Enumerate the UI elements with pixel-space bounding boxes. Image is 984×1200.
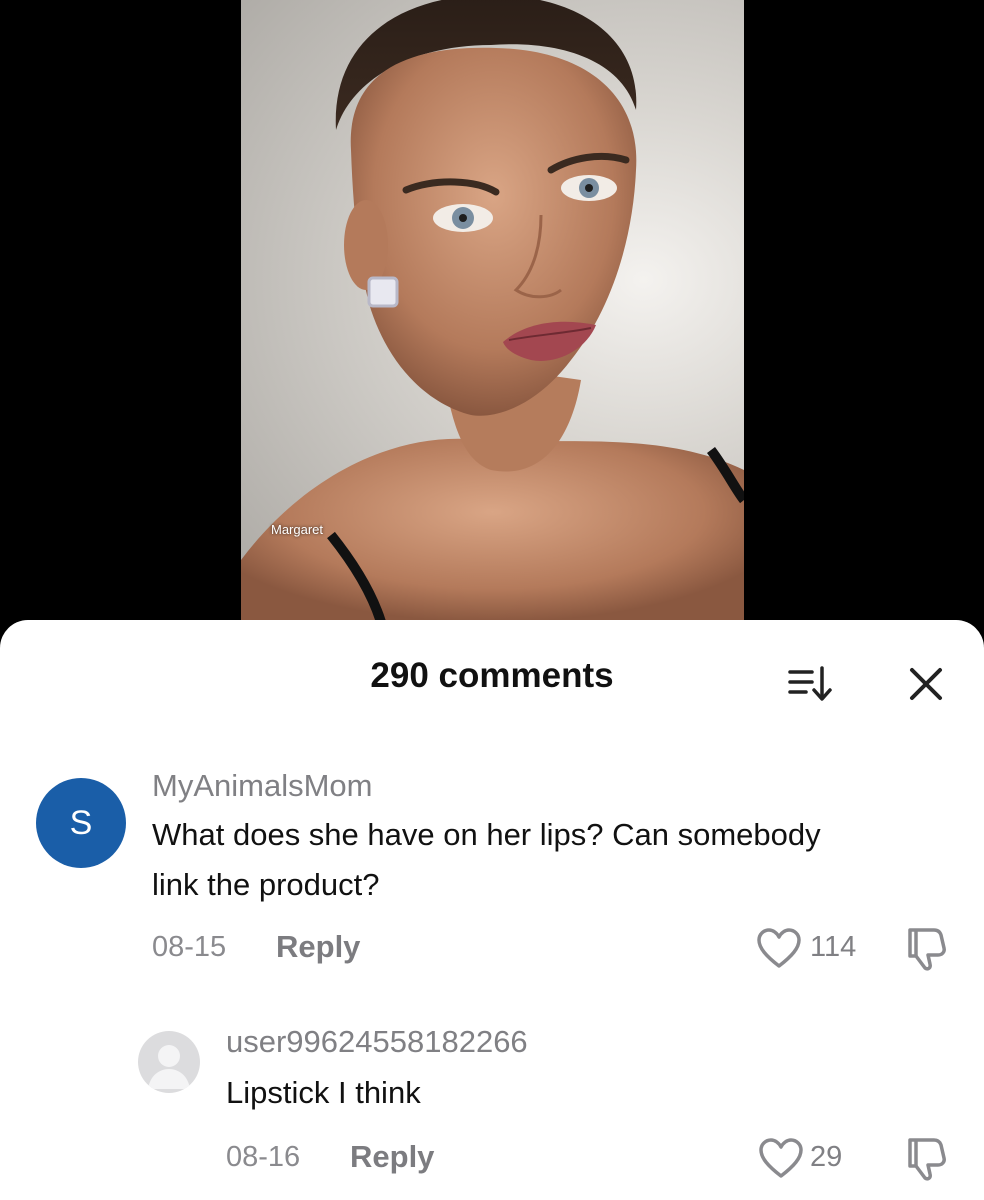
comment-text-line: Lipstick I think	[226, 1075, 421, 1110]
dislike-icon[interactable]	[904, 926, 948, 972]
like-count: 29	[810, 1141, 843, 1173]
avatar[interactable]	[138, 1031, 200, 1093]
comment-date: 08-15	[152, 931, 227, 963]
comment-text-line: What does she have on her lips? Can some…	[152, 817, 821, 852]
comment-date: 08-16	[226, 1141, 301, 1173]
heart-icon[interactable]	[758, 1138, 804, 1180]
default-avatar-icon	[148, 1045, 190, 1089]
like-count: 114	[810, 931, 857, 963]
comment-username[interactable]: MyAnimalsMom	[152, 768, 372, 804]
video-area[interactable]: Margaret	[0, 0, 984, 640]
comments-sheet: 290 comments S MyAnimalsMom What does sh…	[0, 620, 984, 1200]
dislike-icon[interactable]	[904, 1136, 948, 1182]
video-frame[interactable]: Margaret	[241, 0, 744, 622]
avatar[interactable]: S	[36, 778, 126, 868]
reply-button[interactable]: Reply	[276, 929, 360, 965]
comments-count-title: 290 comments	[370, 656, 614, 695]
video-caption: Margaret	[271, 522, 324, 537]
close-icon[interactable]	[906, 664, 946, 704]
heart-icon[interactable]	[756, 928, 802, 970]
comment-username[interactable]: user99624558182266	[226, 1024, 528, 1060]
sort-icon[interactable]	[786, 664, 834, 704]
reply-button[interactable]: Reply	[350, 1139, 434, 1175]
comment-text-line: link the product?	[152, 867, 380, 902]
